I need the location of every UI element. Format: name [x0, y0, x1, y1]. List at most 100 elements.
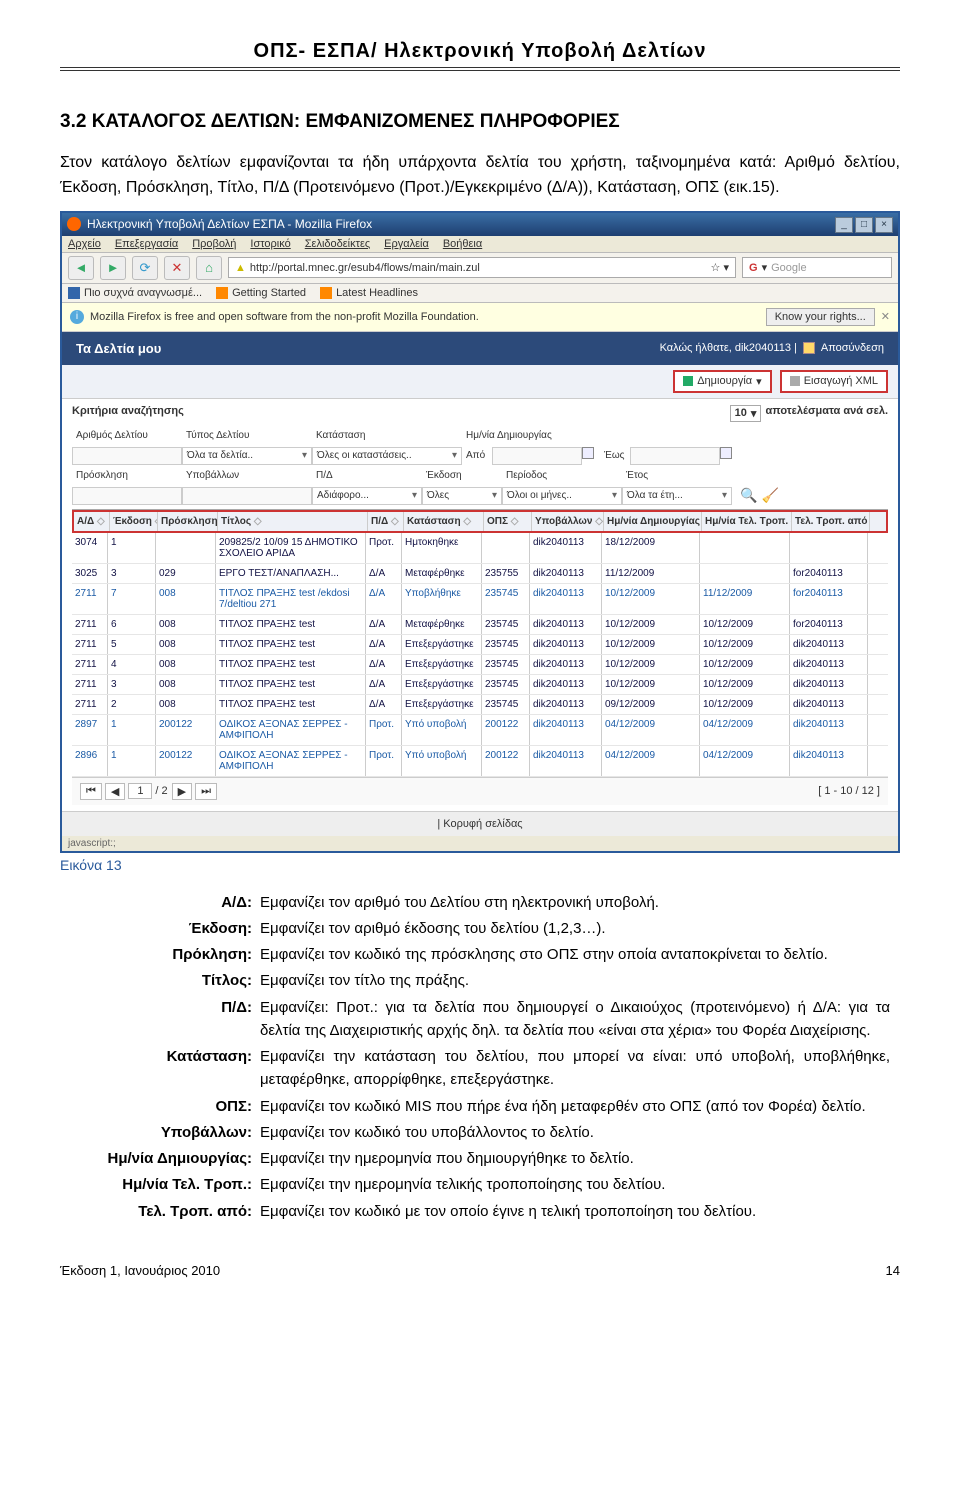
next-page-button[interactable]: ▶	[172, 783, 192, 800]
table-cell: Υποβλήθηκε	[402, 584, 482, 614]
table-row[interactable]: 28961200122ΟΔΙΚΟΣ ΑΞΟΝΑΣ ΣΕΡΡΕΣ - ΑΜΦΙΠΟ…	[72, 746, 888, 777]
filter-invitation-input[interactable]	[72, 487, 182, 505]
last-page-button[interactable]: ⏭	[195, 783, 217, 800]
table-row[interactable]: 28971200122ΟΔΙΚΟΣ ΑΞΟΝΑΣ ΣΕΡΡΕΣ - ΑΜΦΙΠΟ…	[72, 715, 888, 746]
filter-aa-input[interactable]	[72, 447, 182, 465]
forward-button[interactable]: ►	[100, 256, 126, 280]
grid-header-cell[interactable]: ΟΠΣ ◇	[484, 512, 532, 531]
page-top-link[interactable]: | Κορυφή σελίδας	[62, 811, 898, 836]
table-row[interactable]: 27116008ΤΙΤΛΟΣ ΠΡΑΞΗΣ testΔ/ΑΜεταφέρθηκε…	[72, 615, 888, 635]
bookmark-item[interactable]: Πιο συχνά αναγνωσμέ...	[68, 287, 202, 299]
create-button[interactable]: Δημιουργία▾	[673, 370, 771, 393]
table-cell: Επεξεργάστηκε	[402, 695, 482, 714]
menu-item[interactable]: Σελιδοδείκτες	[305, 238, 370, 250]
calendar-icon[interactable]	[720, 447, 732, 459]
table-cell	[700, 533, 790, 563]
table-cell	[156, 533, 216, 563]
table-row[interactable]: 27113008ΤΙΤΛΟΣ ΠΡΑΞΗΣ testΔ/ΑΕπεξεργάστη…	[72, 675, 888, 695]
know-rights-button[interactable]: Know your rights...	[766, 308, 875, 326]
home-button[interactable]: ⌂	[196, 256, 222, 280]
bookmark-icon	[320, 287, 332, 299]
filter-date-to[interactable]	[630, 447, 720, 465]
bookmark-item[interactable]: Latest Headlines	[320, 287, 418, 299]
table-cell: 2711	[72, 615, 108, 634]
prev-page-button[interactable]: ◀	[105, 783, 125, 800]
table-row[interactable]: 27115008ΤΙΤΛΟΣ ΠΡΑΞΗΣ testΔ/ΑΕπεξεργάστη…	[72, 635, 888, 655]
browser-window: Ηλεκτρονική Υποβολή Δελτίων ΕΣΠΑ - Mozil…	[60, 211, 900, 853]
desc-value: Εμφανίζει τον αριθμό του Δελτίου στη ηλε…	[260, 891, 890, 914]
table-cell: ΤΙΤΛΟΣ ΠΡΑΞΗΣ test /ekdosi 7/deltiou 271	[216, 584, 366, 614]
page-input[interactable]: 1	[128, 783, 152, 799]
menubar[interactable]: Αρχείο Επεξεργασία Προβολή Ιστορικό Σελιδοδε…	[62, 236, 898, 253]
stop-button[interactable]: ✕	[164, 256, 190, 280]
filter-pd-select[interactable]: Αδιάφορο...▾	[312, 487, 422, 505]
window-buttons[interactable]: _□×	[833, 216, 893, 233]
filter-period-select[interactable]: Όλοι οι μήνες..▾	[502, 487, 622, 505]
grid-header-cell[interactable]: Υποβάλλων ◇	[532, 512, 604, 531]
grid-header-cell[interactable]: Κατάσταση ◇	[404, 512, 484, 531]
grid-header-cell[interactable]: Τελ. Τροπ. από ◇	[792, 512, 870, 531]
table-cell: 235745	[482, 584, 530, 614]
calendar-icon[interactable]	[582, 447, 594, 459]
grid-header-cell[interactable]: Πρόσκληση ◇	[158, 512, 218, 531]
grid-header-cell[interactable]: Α/Δ ◇	[74, 512, 110, 531]
results-per-page[interactable]: 10▾	[730, 405, 762, 422]
search-icon[interactable]: 🔍	[740, 487, 757, 505]
menu-item[interactable]: Βοήθεια	[443, 238, 482, 250]
reload-button[interactable]: ⟳	[132, 256, 158, 280]
table-cell: 1	[108, 533, 156, 563]
table-cell: Προτ.	[366, 533, 402, 563]
menu-item[interactable]: Εργαλεία	[384, 238, 429, 250]
table-cell: 1	[108, 746, 156, 776]
filter-date-from[interactable]	[492, 447, 582, 465]
bookmark-icon	[216, 287, 228, 299]
table-cell: Προτ.	[366, 746, 402, 776]
statusbar: javascript:;	[62, 836, 898, 851]
grid-header-cell[interactable]: Ημ/νία Τελ. Τροπ. ◇	[702, 512, 792, 531]
menu-item[interactable]: Ιστορικό	[250, 238, 290, 250]
filter-label: Υποβάλλων	[182, 467, 312, 485]
close-infobar[interactable]: ✕	[881, 310, 890, 323]
filter-type-select[interactable]: Όλα τα δελτία..▾	[182, 447, 312, 465]
from-label: Από	[462, 447, 492, 465]
menu-item[interactable]: Αρχείο	[68, 238, 101, 250]
table-cell: 235745	[482, 615, 530, 634]
back-button[interactable]: ◄	[68, 256, 94, 280]
table-cell: 2711	[72, 695, 108, 714]
table-row[interactable]: 27112008ΤΙΤΛΟΣ ΠΡΑΞΗΣ testΔ/ΑΕπεξεργάστη…	[72, 695, 888, 715]
tab-my-forms[interactable]: Τα Δελτία μου	[76, 341, 161, 356]
grid-header-cell[interactable]: Ημ/νία Δημιουργίας ◇	[604, 512, 702, 531]
menu-item[interactable]: Προβολή	[192, 238, 236, 250]
bookmarks-bar[interactable]: Πιο συχνά αναγνωσμέ... Getting Started Lat…	[62, 284, 898, 303]
info-icon: i	[70, 310, 84, 324]
table-row[interactable]: 27117008ΤΙΤΛΟΣ ΠΡΑΞΗΣ test /ekdosi 7/del…	[72, 584, 888, 615]
grid-header-cell[interactable]: Τίτλος ◇	[218, 512, 368, 531]
table-row[interactable]: 30253029ΕΡΓΟ ΤΕΣΤ/ΑΝΑΠΛΑΣΗ...Δ/ΑΜεταφέρθ…	[72, 564, 888, 584]
clear-icon[interactable]: 🧹	[761, 487, 778, 505]
table-cell: 10/12/2009	[700, 615, 790, 634]
import-xml-button[interactable]: Εισαγωγή XML	[780, 370, 888, 393]
table-cell: 6	[108, 615, 156, 634]
bookmark-item[interactable]: Getting Started	[216, 287, 306, 299]
first-page-button[interactable]: ⏮	[80, 783, 102, 800]
table-row[interactable]: 27114008ΤΙΤΛΟΣ ΠΡΑΞΗΣ testΔ/ΑΕπεξεργάστη…	[72, 655, 888, 675]
table-row[interactable]: 30741209825/2 10/09 15 ΔΗΜΟΤΙΚΟ ΣΧΟΛΕΙΟ …	[72, 533, 888, 564]
app-tab-bar: Τα Δελτία μου Καλώς ήλθατε, dik2040113 |…	[62, 332, 898, 365]
search-box[interactable]: G ▾ Google	[742, 257, 892, 278]
filter-edition-select[interactable]: Όλες▾	[422, 487, 502, 505]
filter-submitter-input[interactable]	[182, 487, 312, 505]
table-cell: 235745	[482, 635, 530, 654]
grid-header-cell[interactable]: Έκδοση ◇	[110, 512, 158, 531]
table-cell: 10/12/2009	[700, 635, 790, 654]
welcome-text: Καλώς ήλθατε, dik2040113 |	[660, 342, 797, 354]
filter-year-select[interactable]: Όλα τα έτη...▾	[622, 487, 732, 505]
url-box[interactable]: ▲ http://portal.mnec.gr/esub4/flows/main…	[228, 257, 736, 278]
desc-key: Έκδοση:	[70, 917, 260, 940]
logout-link[interactable]: Αποσύνδεση	[821, 342, 884, 354]
menu-item[interactable]: Επεξεργασία	[115, 238, 178, 250]
search-criteria-area: Κριτήρια αναζήτησης 10▾ αποτελέσματα ανά…	[62, 399, 898, 811]
filter-status-select[interactable]: Όλες οι καταστάσεις..▾	[312, 447, 462, 465]
table-cell: 008	[156, 584, 216, 614]
filter-label: Κατάσταση	[312, 427, 462, 445]
grid-header-cell[interactable]: Π/Δ ◇	[368, 512, 404, 531]
